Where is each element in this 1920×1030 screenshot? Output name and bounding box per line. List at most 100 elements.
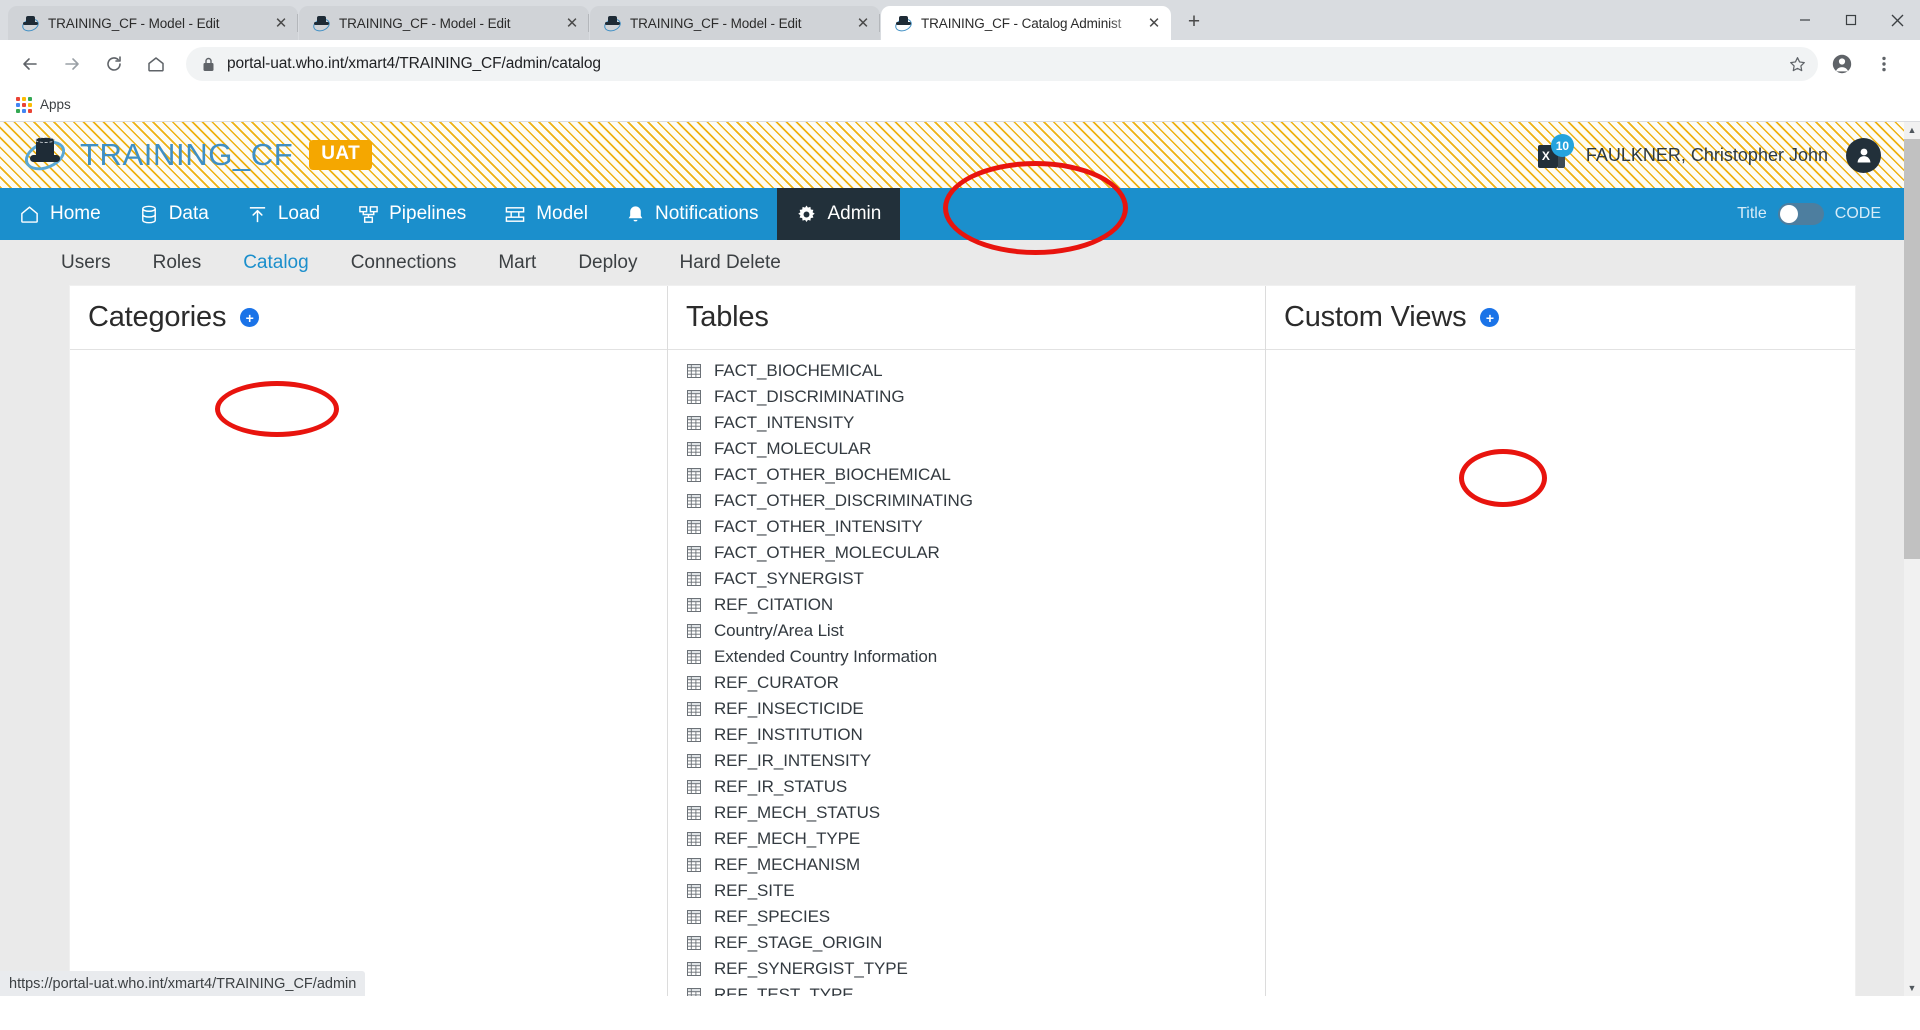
forward-icon[interactable] bbox=[54, 46, 90, 82]
table-list-item[interactable]: REF_SPECIES bbox=[686, 904, 1265, 930]
bookmark-star-icon[interactable] bbox=[1782, 49, 1812, 79]
tables-column: Tables FACT_BIOCHEMICAL FACT_DISCRIMINAT… bbox=[668, 286, 1266, 996]
table-name: FACT_OTHER_DISCRIMINATING bbox=[714, 491, 973, 511]
table-list-item[interactable]: FACT_BIOCHEMICAL bbox=[686, 358, 1265, 384]
address-bar[interactable]: portal-uat.who.int/xmart4/TRAINING_CF/ad… bbox=[186, 47, 1818, 81]
nav-item-load[interactable]: Load bbox=[228, 188, 339, 240]
table-name: REF_STAGE_ORIGIN bbox=[714, 933, 882, 953]
table-list-item[interactable]: Country/Area List bbox=[686, 618, 1265, 644]
apps-shortcut[interactable]: Apps bbox=[16, 97, 71, 113]
nav-label: Data bbox=[169, 203, 209, 225]
browser-tab[interactable]: TRAINING_CF - Model - Edit ✕ bbox=[299, 6, 589, 40]
excel-export-icon[interactable]: X 10 bbox=[1538, 139, 1568, 171]
nav-item-notifications[interactable]: Notifications bbox=[607, 188, 778, 240]
tables-title: Tables bbox=[686, 301, 769, 334]
user-avatar-icon[interactable] bbox=[1846, 138, 1881, 173]
back-icon[interactable] bbox=[12, 46, 48, 82]
scrollbar-thumb[interactable] bbox=[1904, 139, 1920, 559]
table-name: FACT_BIOCHEMICAL bbox=[714, 361, 882, 381]
xmart-logo-icon bbox=[24, 135, 66, 175]
table-name: REF_MECHANISM bbox=[714, 855, 860, 875]
table-list-item[interactable]: REF_TEST_TYPE bbox=[686, 982, 1265, 996]
nav-label: Notifications bbox=[655, 203, 759, 225]
table-name: FACT_DISCRIMINATING bbox=[714, 387, 904, 407]
add-custom-view-button[interactable]: + bbox=[1480, 308, 1499, 327]
subnav-item-deploy[interactable]: Deploy bbox=[557, 252, 658, 274]
nav-item-admin[interactable]: Admin bbox=[777, 188, 900, 240]
subnav-item-roles[interactable]: Roles bbox=[132, 252, 223, 274]
tab-title: TRAINING_CF - Model - Edit bbox=[339, 16, 561, 31]
table-list-item[interactable]: FACT_OTHER_INTENSITY bbox=[686, 514, 1265, 540]
table-list-item[interactable]: Extended Country Information bbox=[686, 644, 1265, 670]
add-category-button[interactable]: + bbox=[240, 308, 259, 327]
page-scrollbar[interactable]: ▲ ▼ bbox=[1904, 122, 1920, 996]
profile-avatar-icon[interactable] bbox=[1824, 46, 1860, 82]
table-list-item[interactable]: REF_MECHANISM bbox=[686, 852, 1265, 878]
table-icon bbox=[686, 987, 702, 996]
tab-close-icon[interactable]: ✕ bbox=[561, 12, 583, 34]
table-list-item[interactable]: FACT_DISCRIMINATING bbox=[686, 384, 1265, 410]
toggle-label-title: Title bbox=[1737, 205, 1767, 223]
subnav-item-mart[interactable]: Mart bbox=[477, 252, 557, 274]
table-list-item[interactable]: REF_INSTITUTION bbox=[686, 722, 1265, 748]
table-icon bbox=[686, 831, 702, 847]
maximize-icon[interactable] bbox=[1828, 0, 1874, 40]
browser-window: TRAINING_CF - Model - Edit ✕ TRAINING_CF… bbox=[0, 0, 1920, 1030]
table-list-item[interactable]: REF_STAGE_ORIGIN bbox=[686, 930, 1265, 956]
subnav-item-users[interactable]: Users bbox=[40, 252, 132, 274]
table-list-item[interactable]: FACT_MOLECULAR bbox=[686, 436, 1265, 462]
tab-close-icon[interactable]: ✕ bbox=[852, 12, 874, 34]
browser-tab[interactable]: TRAINING_CF - Model - Edit ✕ bbox=[590, 6, 880, 40]
table-list-item[interactable]: FACT_OTHER_BIOCHEMICAL bbox=[686, 462, 1265, 488]
table-list-item[interactable]: FACT_SYNERGIST bbox=[686, 566, 1265, 592]
table-list-item[interactable]: FACT_INTENSITY bbox=[686, 410, 1265, 436]
categories-header: Categories + bbox=[70, 286, 667, 350]
table-list-item[interactable]: REF_IR_STATUS bbox=[686, 774, 1265, 800]
table-list-item[interactable]: REF_CITATION bbox=[686, 592, 1265, 618]
table-icon bbox=[686, 415, 702, 431]
table-name: REF_CURATOR bbox=[714, 673, 839, 693]
browser-menu-icon[interactable] bbox=[1866, 46, 1902, 82]
toolbar-right bbox=[1824, 46, 1908, 82]
reload-icon[interactable] bbox=[96, 46, 132, 82]
scroll-down-arrow-icon[interactable]: ▼ bbox=[1904, 980, 1920, 996]
table-list-item[interactable]: FACT_OTHER_DISCRIMINATING bbox=[686, 488, 1265, 514]
table-list-item[interactable]: REF_MECH_STATUS bbox=[686, 800, 1265, 826]
table-list-item[interactable]: REF_SITE bbox=[686, 878, 1265, 904]
minimize-icon[interactable] bbox=[1782, 0, 1828, 40]
tables-list: FACT_BIOCHEMICAL FACT_DISCRIMINATING FAC… bbox=[668, 350, 1265, 996]
nav-item-home[interactable]: Home bbox=[0, 188, 120, 240]
table-icon bbox=[686, 857, 702, 873]
categories-title: Categories bbox=[88, 301, 226, 334]
tab-close-icon[interactable]: ✕ bbox=[1143, 12, 1165, 34]
table-list-item[interactable]: FACT_OTHER_MOLECULAR bbox=[686, 540, 1265, 566]
table-name: FACT_OTHER_MOLECULAR bbox=[714, 543, 940, 563]
table-list-item[interactable]: REF_CURATOR bbox=[686, 670, 1265, 696]
subnav-item-hard-delete[interactable]: Hard Delete bbox=[658, 252, 801, 274]
browser-tab[interactable]: TRAINING_CF - Model - Edit ✕ bbox=[8, 6, 298, 40]
nav-item-pipelines[interactable]: Pipelines bbox=[339, 188, 485, 240]
app-banner: TRAINING_CF UAT X 10 FAULKNER, Christoph… bbox=[0, 122, 1905, 188]
home-icon[interactable] bbox=[138, 46, 174, 82]
browser-tab-active[interactable]: TRAINING_CF - Catalog Administ ✕ bbox=[881, 6, 1171, 40]
lock-icon bbox=[202, 57, 215, 72]
nav-item-data[interactable]: Data bbox=[120, 188, 228, 240]
table-list-item[interactable]: REF_IR_INTENSITY bbox=[686, 748, 1265, 774]
table-list-item[interactable]: REF_SYNERGIST_TYPE bbox=[686, 956, 1265, 982]
subnav-item-catalog[interactable]: Catalog bbox=[222, 252, 330, 274]
scroll-up-arrow-icon[interactable]: ▲ bbox=[1904, 122, 1920, 138]
nav-item-model[interactable]: Model bbox=[485, 188, 607, 240]
custom-views-list bbox=[1266, 350, 1855, 358]
new-tab-button[interactable]: + bbox=[1179, 7, 1209, 37]
table-list-item[interactable]: REF_INSECTICIDE bbox=[686, 696, 1265, 722]
table-icon bbox=[686, 805, 702, 821]
tables-header: Tables bbox=[668, 286, 1265, 350]
title-code-toggle[interactable] bbox=[1778, 203, 1824, 225]
url-text[interactable]: portal-uat.who.int/xmart4/TRAINING_CF/ad… bbox=[227, 55, 1782, 73]
nav-label: Pipelines bbox=[389, 203, 466, 225]
tab-close-icon[interactable]: ✕ bbox=[270, 12, 292, 34]
table-icon bbox=[686, 961, 702, 977]
window-close-icon[interactable] bbox=[1874, 0, 1920, 40]
subnav-item-connections[interactable]: Connections bbox=[330, 252, 478, 274]
table-list-item[interactable]: REF_MECH_TYPE bbox=[686, 826, 1265, 852]
